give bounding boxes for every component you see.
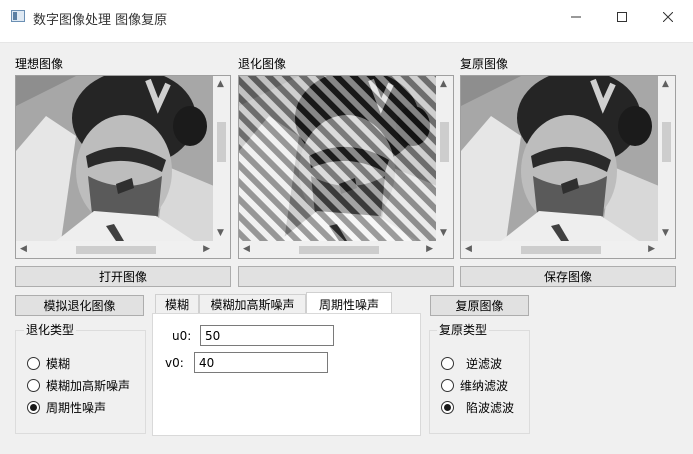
scroll-up-icon[interactable]: ▲	[440, 79, 447, 89]
horizontal-scrollbar[interactable]: ◀ ▶	[461, 241, 659, 258]
scroll-thumb[interactable]	[440, 122, 449, 162]
window-title: 数字图像处理 图像复原	[33, 13, 168, 28]
scroll-corner	[213, 241, 230, 258]
ideal-image	[16, 76, 214, 241]
scroll-up-icon[interactable]: ▲	[217, 79, 224, 89]
scroll-right-icon[interactable]: ▶	[203, 244, 210, 254]
degraded-image-label: 退化图像	[238, 57, 287, 71]
close-icon	[663, 12, 673, 22]
radio-label: 周期性噪声	[46, 400, 107, 415]
scroll-thumb[interactable]	[299, 246, 379, 254]
scroll-corner	[436, 241, 453, 258]
radio-label: 逆滤波	[466, 356, 503, 371]
vertical-scrollbar[interactable]: ▲ ▼	[213, 76, 230, 241]
vertical-scrollbar[interactable]: ▲ ▼	[658, 76, 675, 241]
minimize-icon	[571, 16, 581, 18]
radio-circle-icon	[27, 378, 40, 392]
scroll-left-icon[interactable]: ◀	[243, 244, 250, 254]
scroll-thumb[interactable]	[662, 122, 671, 162]
ideal-image-view[interactable]: ▲ ▼ ◀ ▶	[15, 75, 231, 259]
restore-type-title: 复原类型	[437, 321, 490, 338]
save-image-button[interactable]: 保存图像	[460, 266, 676, 287]
radio-label: 陷波滤波	[466, 400, 515, 415]
scroll-down-icon[interactable]: ▼	[440, 228, 447, 238]
radio-notch-filter[interactable]: 陷波滤波	[441, 399, 514, 415]
scroll-thumb[interactable]	[521, 246, 601, 254]
radio-inverse-filter[interactable]: 逆滤波	[441, 355, 502, 371]
degrade-type-title: 退化类型	[24, 321, 77, 338]
restore-image-button[interactable]: 复原图像	[430, 295, 529, 316]
horizontal-scrollbar[interactable]: ◀ ▶	[16, 241, 214, 258]
u0-label: u0:	[172, 329, 192, 343]
menu-strip	[0, 34, 693, 43]
scroll-right-icon[interactable]: ▶	[648, 244, 655, 254]
radio-blur-gaussian[interactable]: 模糊加高斯噪声	[27, 377, 130, 393]
simulate-degrade-button[interactable]: 模拟退化图像	[15, 295, 144, 316]
middle-button[interactable]	[238, 266, 454, 287]
close-button[interactable]	[645, 0, 691, 34]
restored-image-label: 复原图像	[460, 57, 509, 71]
title-bar: 数字图像处理 图像复原	[0, 0, 693, 34]
scroll-thumb[interactable]	[217, 122, 226, 162]
radio-circle-icon	[441, 378, 454, 392]
v0-input[interactable]: 40	[194, 352, 328, 373]
scroll-down-icon[interactable]: ▼	[662, 228, 669, 238]
degraded-image	[239, 76, 437, 241]
radio-label: 模糊加高斯噪声	[46, 378, 131, 393]
scroll-left-icon[interactable]: ◀	[465, 244, 472, 254]
scroll-left-icon[interactable]: ◀	[20, 244, 27, 254]
radio-checked-icon	[441, 400, 454, 414]
scroll-right-icon[interactable]: ▶	[426, 244, 433, 254]
scroll-corner	[658, 241, 675, 258]
minimize-button[interactable]	[553, 0, 599, 34]
vertical-scrollbar[interactable]: ▲ ▼	[436, 76, 453, 241]
scroll-down-icon[interactable]: ▼	[217, 228, 224, 238]
scroll-up-icon[interactable]: ▲	[662, 79, 669, 89]
tab-blur-gaussian[interactable]: 模糊加高斯噪声	[199, 294, 306, 314]
tab-periodic-noise[interactable]: 周期性噪声	[306, 292, 392, 315]
app-icon	[11, 10, 25, 22]
scroll-thumb[interactable]	[76, 246, 156, 254]
u0-input[interactable]: 50	[200, 325, 334, 346]
radio-wiener-filter[interactable]: 维纳滤波	[441, 377, 508, 393]
open-image-button[interactable]: 打开图像	[15, 266, 231, 287]
radio-periodic-noise[interactable]: 周期性噪声	[27, 399, 106, 415]
ideal-image-label: 理想图像	[15, 57, 64, 71]
restored-image	[461, 76, 659, 241]
maximize-icon	[617, 12, 627, 22]
maximize-button[interactable]	[599, 0, 645, 34]
v0-label: v0:	[165, 356, 184, 370]
radio-circle-icon	[27, 356, 40, 370]
radio-circle-icon	[441, 356, 454, 370]
radio-blur[interactable]: 模糊	[27, 355, 70, 371]
restored-image-view[interactable]: ▲ ▼ ◀ ▶	[460, 75, 676, 259]
radio-checked-icon	[27, 400, 40, 414]
radio-label: 维纳滤波	[460, 378, 509, 393]
radio-label: 模糊	[46, 356, 71, 371]
tab-blur[interactable]: 模糊	[155, 294, 199, 314]
horizontal-scrollbar[interactable]: ◀ ▶	[239, 241, 437, 258]
degraded-image-view[interactable]: ▲ ▼ ◀ ▶	[238, 75, 454, 259]
